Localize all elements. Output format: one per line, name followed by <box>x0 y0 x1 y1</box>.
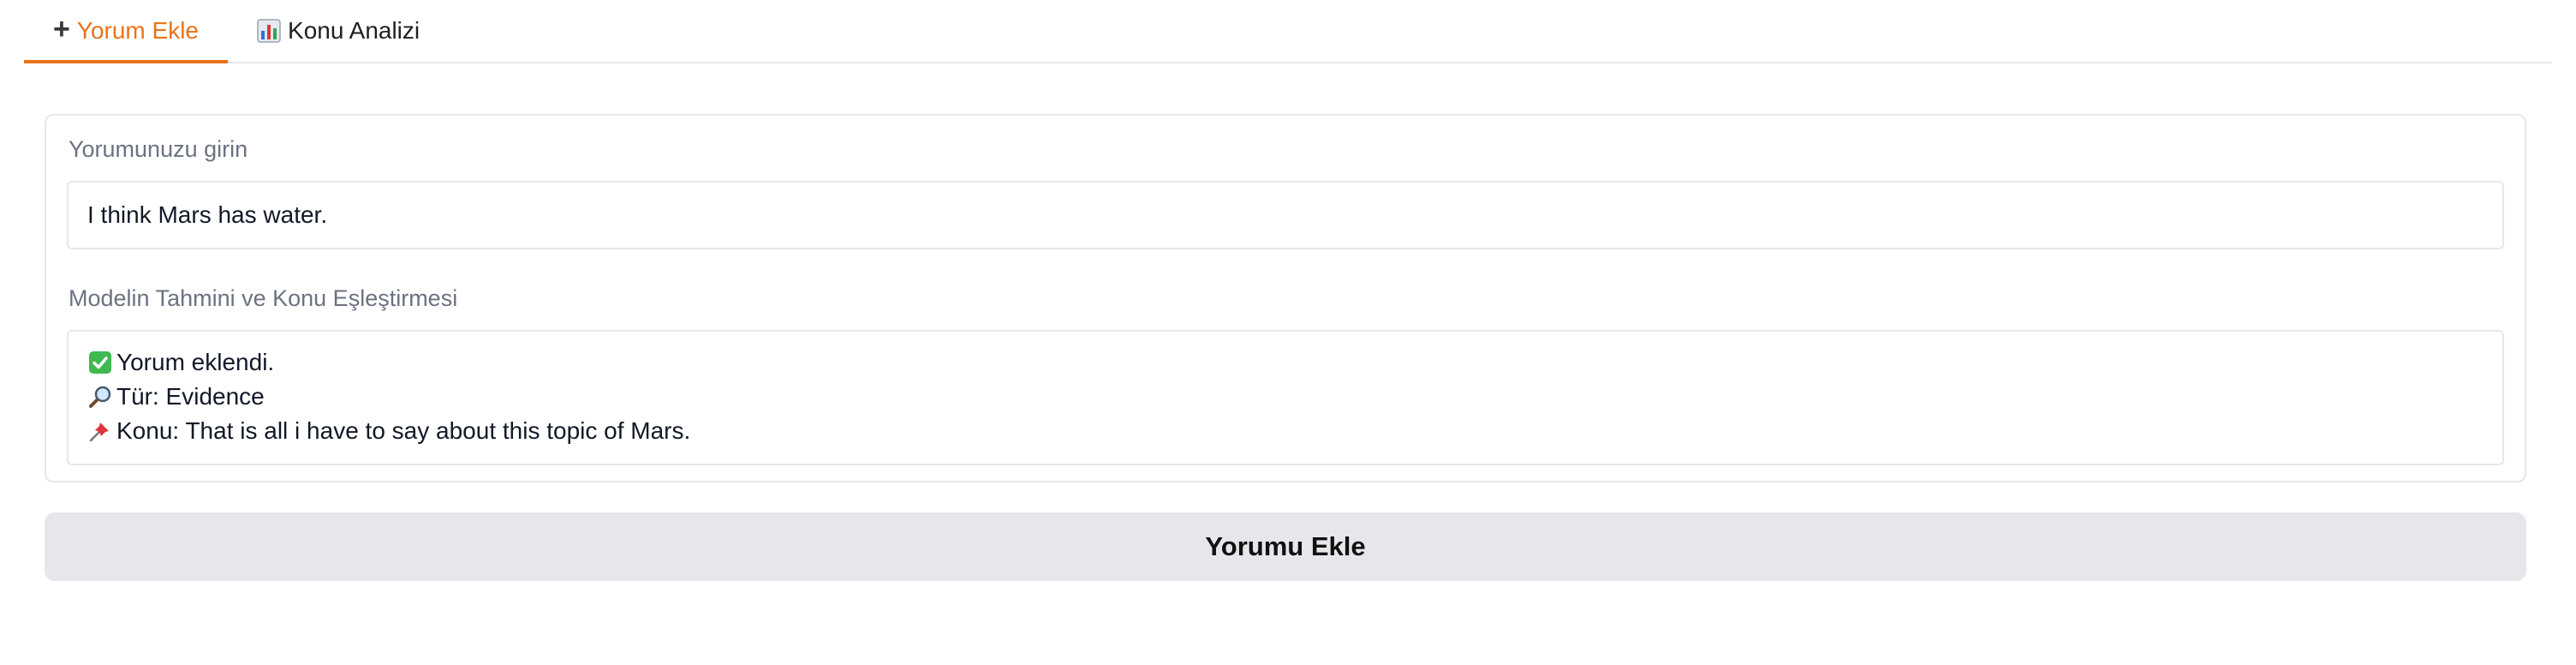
comment-form-panel: Yorumunuzu girin I think Mars has water.… <box>45 114 2526 482</box>
bar-chart-icon <box>257 19 281 43</box>
tab-yorum-ekle[interactable]: + Yorum Ekle <box>24 0 229 63</box>
submit-comment-button[interactable]: Yorumu Ekle <box>45 512 2526 581</box>
check-mark-icon <box>87 350 113 375</box>
output-line-status: Yorum eklendi. <box>87 345 2484 380</box>
prediction-output[interactable]: Yorum eklendi. Tür: Evidence Konu: That … <box>67 330 2504 465</box>
output-line-text: Tür: Evidence <box>116 383 265 410</box>
plus-icon: + <box>53 13 70 45</box>
comment-input[interactable]: I think Mars has water. <box>67 181 2504 249</box>
output-line-text: Konu: That is all i have to say about th… <box>116 417 691 444</box>
comment-field-label: Yorumunuzu girin <box>69 136 248 162</box>
output-field-label: Modelin Tahmini ve Konu Eşleştirmesi <box>69 285 458 311</box>
tab-label: Konu Analizi <box>288 17 420 44</box>
tab-label: Yorum Ekle <box>76 17 200 44</box>
pushpin-icon <box>87 418 113 444</box>
output-line-type: Tür: Evidence <box>87 380 2484 414</box>
tab-konu-analizi[interactable]: Konu Analizi <box>228 0 449 62</box>
output-line-text: Yorum eklendi. <box>116 349 275 375</box>
tab-bar: + Yorum Ekle Konu Analizi <box>24 0 2552 63</box>
magnifier-icon <box>87 384 113 410</box>
output-line-topic: Konu: That is all i have to say about th… <box>87 414 2484 448</box>
